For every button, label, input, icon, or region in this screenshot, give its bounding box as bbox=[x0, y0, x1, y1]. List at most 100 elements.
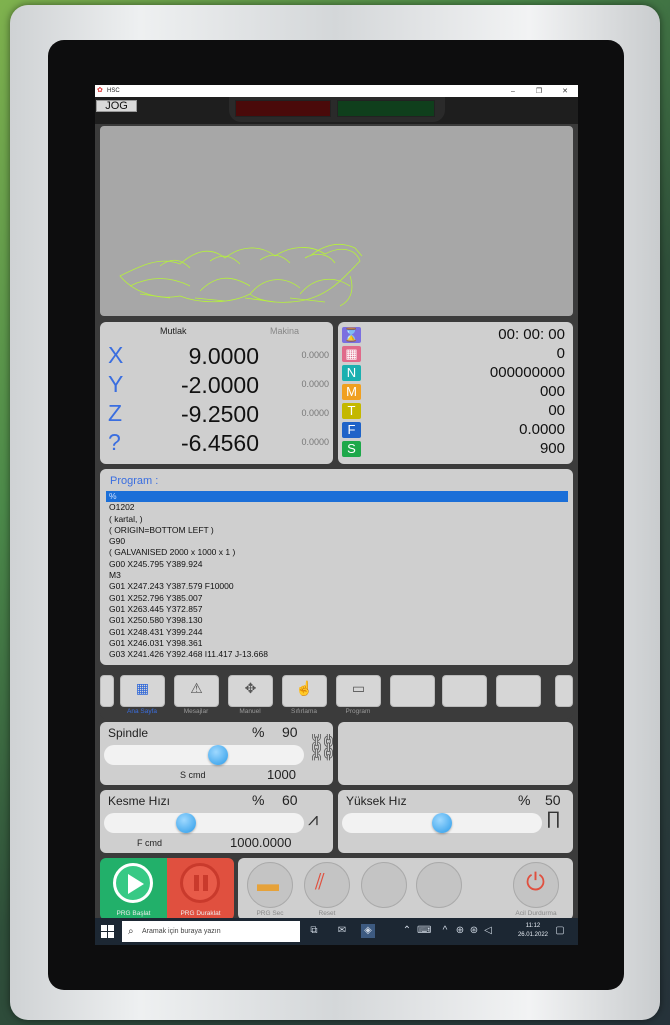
search-placeholder: Aramak için buraya yazın bbox=[142, 928, 221, 935]
program-line[interactable]: G90 bbox=[106, 536, 568, 547]
program-line[interactable]: ( ORIGIN=BOTTOM LEFT ) bbox=[106, 525, 568, 536]
home-reset-icon: ☝ bbox=[295, 680, 314, 696]
program-line[interactable]: ( kartal, ) bbox=[106, 514, 568, 525]
program-line[interactable]: G01 X250.580 Y398.130 bbox=[106, 615, 568, 626]
pause-icon bbox=[180, 863, 220, 903]
program-listing[interactable]: % O1202 ( kartal, ) ( ORIGIN=BOTTOM LEFT… bbox=[106, 491, 568, 660]
control-panel: ▬ PRG Sec ⫽ Reset ⏻ Acil Durdurma bbox=[238, 858, 573, 920]
m-icon: M bbox=[342, 384, 361, 400]
select-program-button[interactable]: ▬ bbox=[247, 862, 293, 908]
program-line[interactable]: ( GALVANISED 2000 x 1000 x 1 ) bbox=[106, 547, 568, 558]
nav-scroll-right[interactable] bbox=[555, 675, 573, 707]
top-strip: JOG bbox=[95, 97, 578, 124]
volume-icon[interactable]: ◁ bbox=[481, 924, 495, 938]
feed-slider-knob[interactable] bbox=[176, 813, 196, 833]
start-program-button[interactable]: PRG Başlat bbox=[100, 858, 167, 920]
rapid-slider-knob[interactable] bbox=[432, 813, 452, 833]
toolpath-viewer[interactable] bbox=[100, 126, 573, 316]
app-logo-icon: ✿ bbox=[97, 87, 103, 94]
notification-icon[interactable]: ▢ bbox=[553, 924, 567, 938]
mode-button[interactable]: JOG bbox=[96, 100, 137, 112]
feed-label: Kesme Hızı bbox=[108, 794, 171, 808]
reset-slash-icon: ⫽ bbox=[315, 869, 325, 894]
program-label: Program : bbox=[110, 475, 159, 487]
program-line[interactable]: % bbox=[106, 491, 568, 503]
program-line[interactable]: G01 X248.431 Y399.244 bbox=[106, 627, 568, 638]
rapid-wave-icon: ∏ bbox=[546, 808, 561, 828]
program-line[interactable]: G00 X245.795 Y389.924 bbox=[106, 559, 568, 570]
windows-start-icon[interactable] bbox=[101, 925, 114, 938]
program-line[interactable]: G01 X263.445 Y372.857 bbox=[106, 604, 568, 615]
main-area: Mutlak Makina X 9.0000 0.0000 Y -2.0000 … bbox=[95, 124, 578, 920]
taskbar-clock[interactable]: 11:12 26.01.2022 bbox=[518, 922, 548, 940]
globe-icon[interactable]: ⊛ bbox=[467, 924, 481, 938]
chevron-icon[interactable]: ⌃ bbox=[400, 924, 414, 938]
nav-empty-button[interactable] bbox=[442, 675, 487, 707]
reset-button[interactable]: ⫽ bbox=[304, 862, 350, 908]
task-view-icon[interactable]: ⧉ bbox=[307, 924, 321, 938]
tray-up-icon[interactable]: ^ bbox=[438, 924, 452, 938]
nav-reset-label: Sıfırlama bbox=[290, 708, 317, 715]
reset-label: Reset bbox=[318, 910, 336, 917]
spindle-panel: Spindle % 90 ⛓ S cmd 1000 bbox=[100, 722, 339, 785]
axis-row-x: X 9.0000 0.0000 bbox=[100, 342, 333, 370]
feed-slider[interactable] bbox=[104, 813, 304, 833]
emergency-stop-button[interactable]: ⏻ bbox=[513, 862, 559, 908]
program-line[interactable]: O1202 bbox=[106, 502, 568, 513]
rapid-percent: 50 bbox=[545, 792, 561, 808]
grid-icon: ▦ bbox=[135, 680, 150, 696]
axis-label: Z bbox=[108, 400, 123, 426]
counter-icon: ▦ bbox=[342, 346, 361, 362]
program-line[interactable]: G01 X247.243 Y387.579 F10000 bbox=[106, 581, 568, 592]
nav-home-button[interactable]: ▦ bbox=[120, 675, 165, 707]
program-line[interactable]: G01 X252.796 Y385.007 bbox=[106, 593, 568, 604]
nav-messages-button[interactable]: ⚠ bbox=[174, 675, 219, 707]
nav-empty-button[interactable] bbox=[390, 675, 435, 707]
f-cmd-label: F cmd bbox=[137, 838, 163, 848]
pause-program-button[interactable]: PRG Duraklat bbox=[167, 858, 234, 920]
empty-control-button[interactable] bbox=[361, 862, 407, 908]
network-icon[interactable]: ⊕ bbox=[453, 924, 467, 938]
maximize-button[interactable]: ❐ bbox=[526, 87, 552, 95]
taskbar-search-box[interactable]: ⌕ Aramak için buraya yazın bbox=[122, 921, 300, 942]
s-icon: S bbox=[342, 441, 361, 457]
rapid-slider[interactable] bbox=[342, 813, 542, 833]
status-row-time: ⌛ 00: 00: 00 bbox=[338, 326, 573, 343]
absolute-value: -6.4560 bbox=[180, 430, 259, 456]
spindle-slider[interactable] bbox=[104, 745, 304, 765]
axis-row-z: Z -9.2500 0.0000 bbox=[100, 400, 333, 428]
nav-program-button[interactable]: ▭ bbox=[336, 675, 381, 707]
mail-icon[interactable]: ✉ bbox=[335, 924, 349, 938]
program-panel: Program : % O1202 ( kartal, ) ( ORIGIN=B… bbox=[100, 469, 573, 665]
nav-manual-button[interactable]: ✥ bbox=[228, 675, 273, 707]
nav-empty-button[interactable] bbox=[496, 675, 541, 707]
screen: ✿ HSC – ❐ ✕ JOG Mutlak Makina X 9.0000 0… bbox=[95, 85, 578, 945]
keyboard-icon[interactable]: ⌨ bbox=[417, 924, 431, 938]
close-button[interactable]: ✕ bbox=[552, 87, 578, 95]
program-line[interactable]: G01 X246.031 Y398.361 bbox=[106, 638, 568, 649]
status-row-f: F 0.0000 bbox=[338, 421, 573, 438]
clock-time: 11:12 bbox=[525, 923, 541, 929]
clock-date: 26.01.2022 bbox=[517, 932, 548, 938]
s-cmd-label: S cmd bbox=[180, 770, 206, 780]
hourglass-icon: ⌛ bbox=[342, 327, 361, 343]
search-icon: ⌕ bbox=[128, 926, 134, 937]
empty-control-button[interactable] bbox=[416, 862, 462, 908]
spindle-icon: ⛓ bbox=[306, 732, 340, 762]
info-panel bbox=[338, 722, 573, 785]
alarm-indicator bbox=[235, 100, 331, 117]
machine-header: Makina bbox=[270, 326, 300, 336]
s-cmd-value: 1000 bbox=[267, 767, 296, 782]
status-value: 0.0000 bbox=[519, 421, 565, 438]
axis-row-4: ? -6.4560 0.0000 bbox=[100, 429, 333, 457]
program-line[interactable]: M3 bbox=[106, 570, 568, 581]
nav-scroll-left[interactable] bbox=[100, 675, 114, 707]
status-row-counter: ▦ 0 bbox=[338, 345, 573, 362]
spindle-slider-knob[interactable] bbox=[208, 745, 229, 765]
app-taskbar-icon[interactable]: ◈ bbox=[361, 924, 375, 938]
status-panel: ⌛ 00: 00: 00 ▦ 0 N 000000000 M 000 T 00 … bbox=[338, 322, 573, 464]
program-line[interactable]: G03 X241.426 Y392.468 I11.417 J-13.668 bbox=[106, 649, 568, 660]
nav-reset-button[interactable]: ☝ bbox=[282, 675, 327, 707]
minimize-button[interactable]: – bbox=[500, 88, 526, 95]
folder-icon: ▬ bbox=[257, 871, 279, 896]
